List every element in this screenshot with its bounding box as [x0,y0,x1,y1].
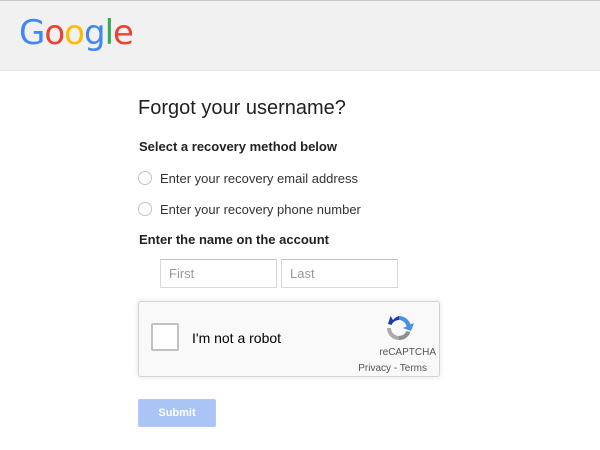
radio-label: Enter your recovery email address [160,170,358,186]
logo-letter: e [113,13,134,53]
submit-button[interactable]: Submit [138,399,216,427]
recaptcha-widget: I'm not a robot reCAPTCHA Privacy - Term… [138,301,440,377]
radio-option-email[interactable]: Enter your recovery email address [138,169,358,187]
first-name-input[interactable] [160,259,277,288]
recaptcha-label: I'm not a robot [192,330,282,346]
recovery-method-heading: Select a recovery method below [139,139,337,154]
recaptcha-links: Privacy - Terms [358,363,427,374]
last-name-input[interactable] [281,259,398,288]
recaptcha-brand: reCAPTCHA [379,347,436,358]
google-logo[interactable]: Google [19,11,134,55]
logo-letter: o [44,13,65,53]
logo-letter: o [64,13,85,53]
privacy-link[interactable]: Privacy [358,363,391,374]
recaptcha-checkbox[interactable] [151,323,179,351]
logo-letter: g [83,13,106,53]
header-bar: Google [0,0,600,71]
radio-button[interactable] [138,171,152,185]
radio-label: Enter your recovery phone number [160,201,361,217]
radio-option-phone[interactable]: Enter your recovery phone number [138,200,361,218]
link-separator: - [391,363,400,374]
logo-letter: l [104,13,115,53]
terms-link[interactable]: Terms [400,363,427,374]
recaptcha-icon [387,315,414,341]
page-title: Forgot your username? [138,97,346,119]
logo-letter: G [19,13,45,53]
radio-button[interactable] [138,202,152,216]
account-name-heading: Enter the name on the account [139,232,329,247]
